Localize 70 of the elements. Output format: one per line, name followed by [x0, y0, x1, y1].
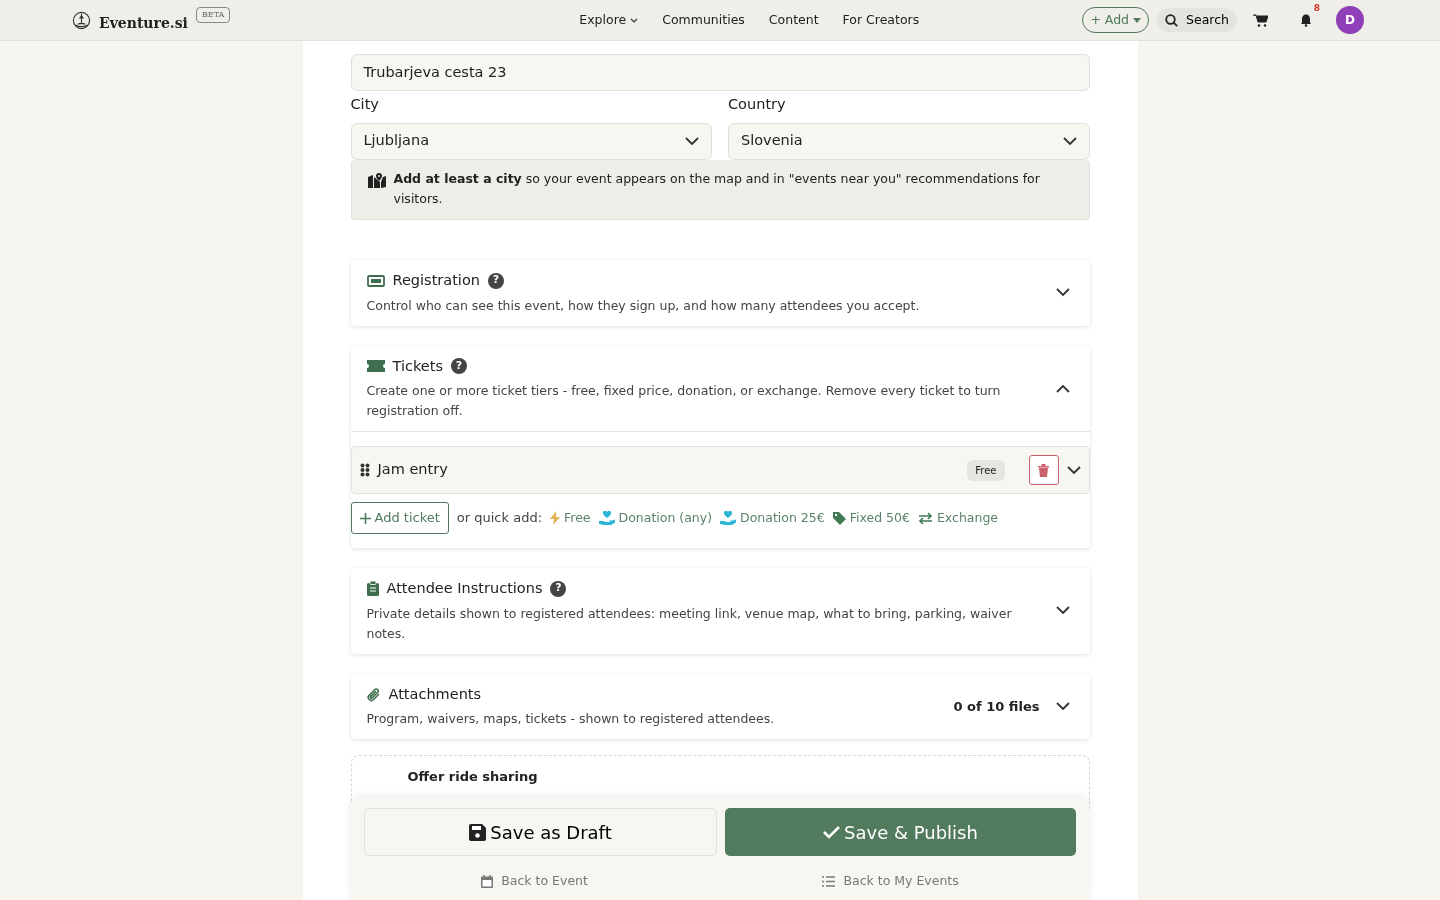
bell-icon[interactable]	[1300, 14, 1312, 28]
caret-icon	[1133, 17, 1142, 23]
add-ticket-button[interactable]: Add ticket	[350, 502, 449, 534]
nav-link[interactable]: For Creators	[842, 10, 920, 30]
trash-icon	[1038, 463, 1049, 477]
search-icon	[1165, 13, 1179, 27]
notification-count: 8	[1313, 1, 1320, 15]
hint-text: Add at least a city so your event appears on the map and in "events near you" recommendations for visitors.	[393, 169, 1041, 208]
check-icon	[823, 825, 841, 839]
address-field[interactable]: Trubarjeva cesta 23	[350, 54, 1090, 91]
quick-add-link[interactable]: Donation (any)	[598, 508, 713, 528]
back-link[interactable]: Back to Event	[481, 872, 588, 891]
chevron-down-icon	[685, 136, 699, 146]
section-description: Create one or more ticket tiers - free, fixed price, donation, or exchange. Remove every ticket to turn registration off.	[366, 382, 1002, 421]
file-count: 0 of 10 files	[953, 697, 1040, 716]
map-pin-icon	[367, 172, 386, 188]
ticket-name[interactable]: Jam entry	[377, 459, 968, 482]
field-label: Country	[728, 95, 787, 114]
avatar[interactable]: D	[1336, 6, 1364, 34]
section-title[interactable]: Attachments	[388, 683, 482, 706]
quick-add-link[interactable]: Free	[550, 508, 591, 528]
lightning-icon	[550, 511, 561, 525]
save-draft-button[interactable]: Save as Draft	[364, 808, 717, 856]
list-icon	[822, 875, 836, 887]
hand-heart-icon	[720, 511, 737, 525]
delete-button[interactable]	[1028, 455, 1059, 486]
chevron-down-icon	[1062, 136, 1077, 146]
section-title[interactable]: Attendee Instructions	[386, 577, 543, 600]
ticket-icon	[366, 274, 385, 287]
help-icon[interactable]: ?	[550, 580, 567, 597]
chevron-down-icon	[1055, 288, 1070, 298]
tag-icon	[832, 511, 846, 525]
cart-icon[interactable]	[1253, 13, 1268, 27]
ticket-icon	[366, 360, 385, 373]
nav-link[interactable]: Explore	[579, 10, 639, 30]
field-label: City	[350, 95, 380, 114]
quick-add-label: or quick add:	[456, 509, 543, 528]
chevron-down-icon	[1066, 465, 1081, 475]
section-description: Control who can see this event, how they sign up, and how many attendees you accept.	[366, 296, 921, 315]
chevron-down-icon	[1055, 701, 1070, 711]
section-title[interactable]: Tickets	[392, 355, 443, 378]
section-description: Program, waivers, maps, tickets - shown to registered attendees.	[366, 710, 776, 729]
hand-heart-icon	[598, 511, 615, 525]
search-button[interactable]: Search	[1157, 7, 1237, 33]
help-icon[interactable]: ?	[450, 358, 467, 375]
price-badge: Free	[967, 459, 1005, 481]
exchange-icon	[917, 511, 933, 525]
ride-sharing-title: Offer ride sharing	[407, 769, 538, 785]
quick-add-link[interactable]: Fixed 50€	[832, 508, 910, 528]
nav-link[interactable]: Content	[768, 10, 819, 30]
brand-name[interactable]: Eventure.si	[99, 12, 188, 34]
country-select[interactable]: Slovenia	[728, 122, 1090, 160]
drag-handle-icon[interactable]	[359, 463, 370, 478]
paperclip-icon	[366, 686, 381, 702]
back-link[interactable]: Back to My Events	[822, 872, 959, 891]
help-icon[interactable]: ?	[487, 272, 504, 289]
beta-badge: BETA	[195, 7, 231, 23]
clipboard-icon	[366, 581, 379, 597]
quick-add-link[interactable]: Donation 25€	[720, 508, 825, 528]
city-select[interactable]: Ljubljana	[350, 122, 712, 160]
calendar-icon	[481, 874, 494, 888]
nav-link[interactable]: Communities	[662, 10, 745, 30]
section-title[interactable]: Registration	[392, 269, 480, 292]
chevron-up-icon	[1055, 383, 1070, 393]
chevron-down-icon	[1055, 606, 1070, 616]
section-description: Private details shown to registered attendees: meeting link, venue map, what to bring, parking, waiver notes.	[366, 604, 1013, 643]
logo-icon	[72, 10, 91, 30]
quick-add-link[interactable]: Exchange	[917, 508, 999, 528]
save-publish-button[interactable]: Save & Publish	[725, 808, 1076, 856]
plus-icon	[359, 512, 371, 524]
